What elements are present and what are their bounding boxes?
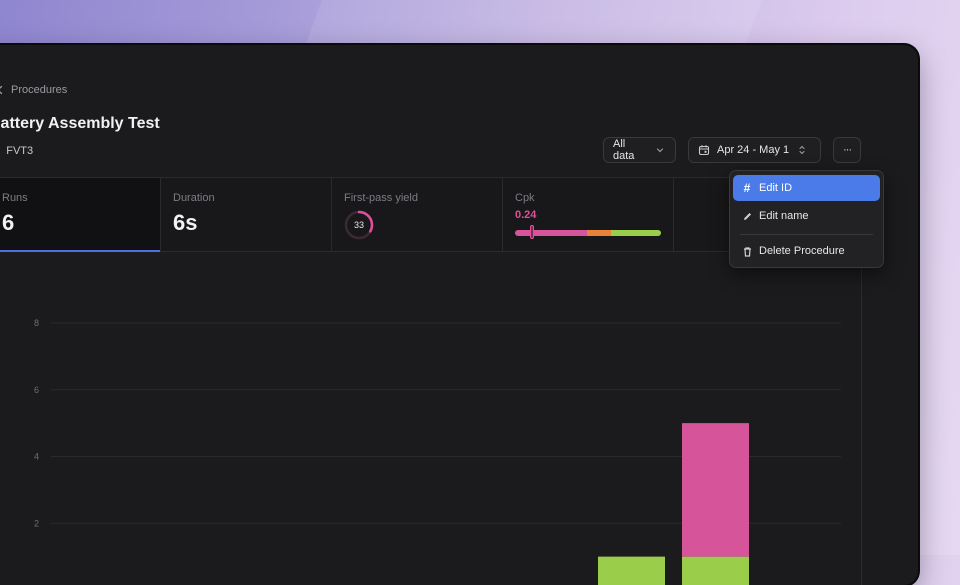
- date-range-label: Apr 24 - May 1: [717, 144, 790, 156]
- more-options-button[interactable]: ···: [833, 137, 861, 163]
- menu-item-label: Edit name: [759, 210, 809, 222]
- menu-item-edit-name[interactable]: Edit name: [733, 203, 880, 229]
- menu-item-label: Edit ID: [759, 182, 793, 194]
- procedure-id-value: FVT3: [6, 144, 34, 157]
- yield-ring: 33: [344, 210, 374, 240]
- hash-icon: #: [743, 181, 751, 195]
- cpk-range-low: [515, 230, 587, 236]
- menu-item-edit-id[interactable]: # Edit ID: [733, 175, 880, 201]
- app-window: Procedures Battery Assembly Test # FVT3 …: [0, 45, 918, 585]
- breadcrumb-label[interactable]: Procedures: [11, 84, 67, 96]
- date-range-picker[interactable]: Apr 24 - May 1: [688, 137, 821, 163]
- cpk-range-bar: [515, 230, 661, 236]
- trash-icon: [741, 246, 753, 257]
- stat-runs[interactable]: Runs 6: [0, 178, 161, 252]
- stat-runs-label: Runs: [2, 192, 28, 204]
- procedure-id: # FVT3: [0, 143, 33, 158]
- y-tick-label: 2: [34, 518, 39, 528]
- cpk-marker: [530, 225, 534, 239]
- stat-duration[interactable]: Duration 6s: [161, 178, 332, 251]
- menu-item-delete-procedure[interactable]: Delete Procedure: [733, 238, 880, 264]
- stat-fpy-label: First-pass yield: [344, 192, 418, 204]
- cpk-range-mid: [587, 230, 611, 236]
- y-tick-label: 8: [34, 318, 39, 328]
- more-icon: ···: [843, 144, 852, 156]
- bar-segment-0[interactable]: [682, 556, 749, 585]
- stat-cpk[interactable]: Cpk 0.24: [503, 178, 674, 251]
- chevron-left-icon: [0, 85, 3, 95]
- pencil-icon: [741, 211, 753, 222]
- breadcrumb[interactable]: Procedures: [0, 83, 67, 97]
- menu-item-label: Delete Procedure: [759, 245, 845, 257]
- stat-cpk-label: Cpk: [515, 192, 535, 204]
- bar-segment-0[interactable]: [598, 556, 665, 585]
- calendar-icon: [698, 145, 710, 156]
- chevron-up-down-icon: [799, 145, 805, 155]
- runs-chart: 02468: [34, 318, 841, 585]
- data-filter-dropdown[interactable]: All data: [603, 137, 676, 163]
- stat-cpk-value: 0.24: [515, 209, 537, 221]
- bar-segment-1[interactable]: [682, 423, 749, 557]
- stat-duration-label: Duration: [173, 192, 215, 204]
- procedure-actions-menu: # Edit ID Edit name Delete Procedure: [729, 170, 884, 268]
- stat-duration-value: 6s: [173, 210, 198, 235]
- stat-first-pass-yield[interactable]: First-pass yield 33: [332, 178, 503, 251]
- data-filter-label: All data: [613, 138, 635, 162]
- y-tick-label: 4: [34, 452, 39, 462]
- y-tick-label: 6: [34, 385, 39, 395]
- menu-divider: [740, 234, 873, 235]
- cpk-range-high: [611, 230, 661, 236]
- chevron-down-icon: [656, 148, 664, 153]
- stat-runs-value: 6: [2, 210, 15, 235]
- page-title: Battery Assembly Test: [0, 115, 160, 132]
- yield-ring-value: 33: [354, 220, 364, 230]
